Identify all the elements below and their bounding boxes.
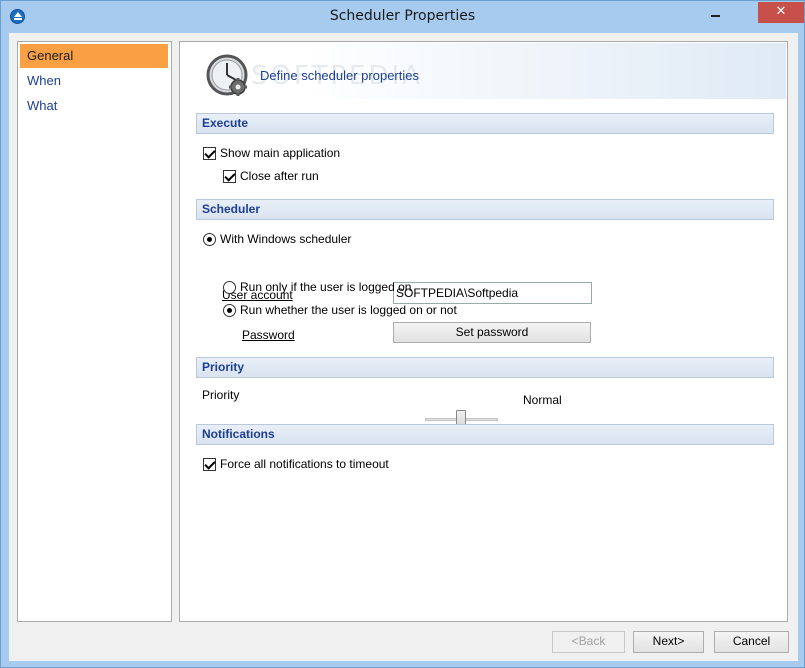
show-main-application-checkbox[interactable]: Show main application	[203, 146, 340, 160]
checkbox-label: Close after run	[240, 169, 319, 183]
run-whether-logged-on-radio[interactable]: Run whether the user is logged on or not	[223, 303, 457, 317]
run-only-logged-on-radio[interactable]: Run only if the user is logged on	[223, 280, 411, 294]
minimize-button[interactable]	[705, 6, 727, 24]
window-title: Scheduler Properties	[329, 8, 476, 24]
checkbox-label: Force all notifications to timeout	[220, 457, 389, 471]
title-bar[interactable]: Scheduler Properties ✕	[1, 1, 804, 32]
nav-item-what[interactable]: What	[20, 94, 168, 118]
radio-label: Run whether the user is logged on or not	[240, 303, 457, 317]
checkbox-box[interactable]	[203, 146, 216, 160]
header-band: SOFTPEDIA Define scheduler properties	[181, 43, 786, 99]
clock-gear-icon	[206, 54, 248, 96]
close-after-run-checkbox[interactable]: Close after run	[223, 169, 319, 183]
header-title: Define scheduler properties	[260, 68, 419, 83]
with-windows-scheduler-radio[interactable]: With Windows scheduler	[203, 232, 351, 246]
checkbox-box[interactable]	[223, 169, 236, 183]
radio-circle[interactable]	[223, 280, 236, 294]
close-button[interactable]: ✕	[758, 2, 804, 23]
password-label: Password	[242, 328, 295, 342]
force-notifications-timeout-checkbox[interactable]: Force all notifications to timeout	[203, 457, 389, 471]
section-scheduler: Scheduler	[196, 199, 774, 220]
radio-label: Run only if the user is logged on	[240, 280, 412, 294]
priority-label: Priority	[202, 388, 240, 402]
next-button[interactable]: Next>	[633, 631, 704, 653]
content-panel: SOFTPEDIA Define scheduler properties Ex…	[179, 41, 788, 622]
back-button[interactable]: <Back	[552, 631, 625, 653]
checkbox-label: Show main application	[220, 146, 341, 160]
user-account-input[interactable]: SOFTPEDIA\Softpedia	[393, 282, 592, 304]
radio-circle[interactable]	[203, 232, 216, 246]
radio-circle[interactable]	[223, 303, 236, 317]
dialog-client: General When What SOFTPEDIA Define sched…	[9, 33, 798, 661]
cancel-button[interactable]: Cancel	[714, 631, 789, 653]
window: Scheduler Properties ✕ General When What…	[0, 0, 805, 668]
section-notifications: Notifications	[196, 424, 774, 445]
priority-value: Normal	[523, 393, 562, 407]
section-execute: Execute	[196, 113, 774, 134]
nav-panel: General When What	[17, 41, 172, 622]
nav-item-general[interactable]: General	[20, 44, 168, 68]
nav-item-when[interactable]: When	[20, 69, 168, 93]
radio-label: With Windows scheduler	[220, 232, 352, 246]
checkbox-box[interactable]	[203, 457, 216, 471]
section-priority: Priority	[196, 357, 774, 378]
set-password-button[interactable]: Set password	[393, 322, 591, 343]
